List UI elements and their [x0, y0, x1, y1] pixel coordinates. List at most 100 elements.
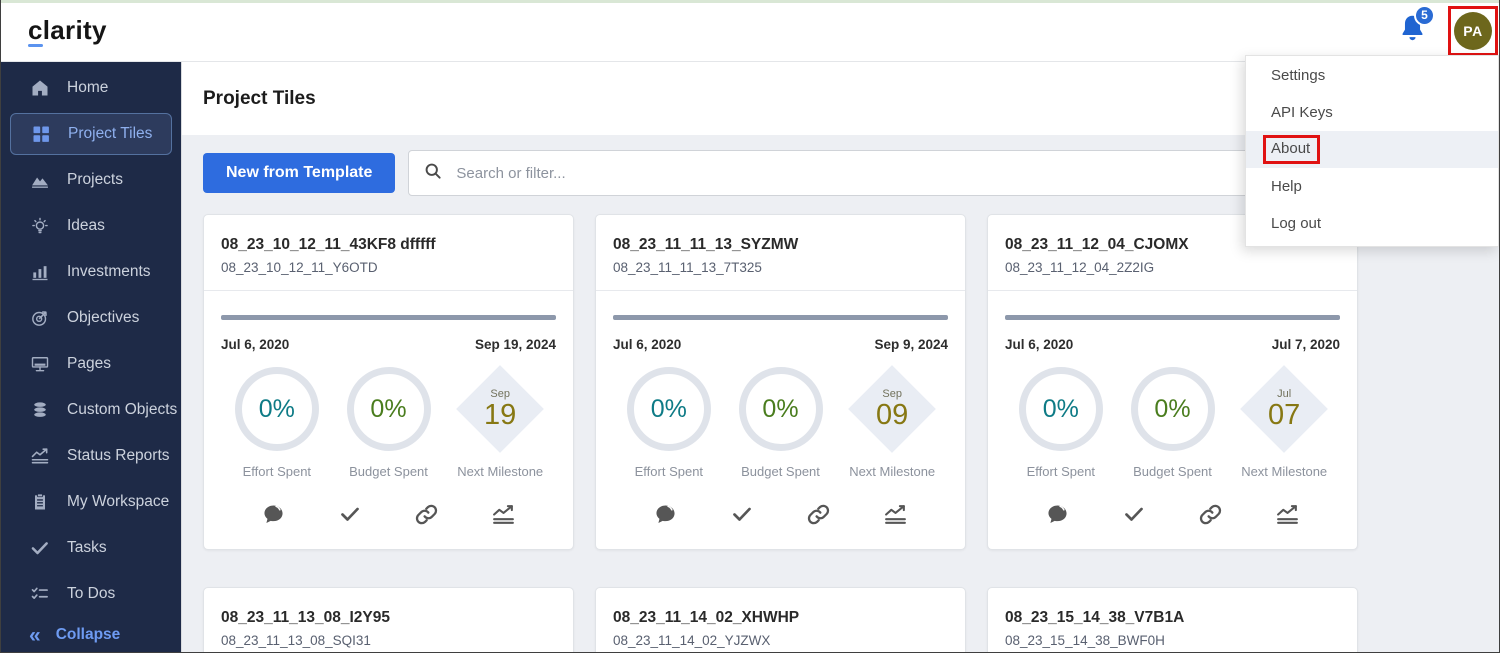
- timeline-bar: [221, 315, 556, 320]
- bar-chart-icon: [29, 262, 50, 283]
- sidebar-item-tasks[interactable]: Tasks: [1, 525, 181, 571]
- database-icon: [29, 400, 50, 421]
- project-cards-row-1: 08_23_10_12_11_43KF8 dfffff 08_23_10_12_…: [203, 214, 1463, 550]
- tasks-check-icon[interactable]: [1121, 501, 1147, 527]
- project-id: 08_23_11_14_02_YJZWX: [613, 633, 948, 648]
- project-id: 08_23_10_12_11_Y6OTD: [221, 260, 556, 275]
- status-report-icon[interactable]: [883, 501, 909, 527]
- project-title: 08_23_11_13_08_I2Y95: [221, 609, 556, 627]
- link-icon[interactable]: [806, 501, 832, 527]
- milestone-day: 07: [1268, 400, 1300, 430]
- project-card[interactable]: 08_23_11_11_13_SYZMW 08_23_11_11_13_7T32…: [595, 214, 966, 550]
- sidebar-item-my-workspace[interactable]: My Workspace: [1, 479, 181, 525]
- start-date: Jul 6, 2020: [1005, 337, 1073, 352]
- end-date: Sep 9, 2024: [874, 337, 948, 352]
- end-date: Sep 19, 2024: [475, 337, 556, 352]
- budget-spent-gauge: 0%: [1131, 367, 1215, 451]
- end-date: Jul 7, 2020: [1272, 337, 1340, 352]
- logo-rest: larity: [43, 15, 107, 45]
- sidebar: Home Project Tiles Projects Ideas: [1, 62, 181, 653]
- menu-item-settings[interactable]: Settings: [1246, 57, 1498, 94]
- notifications-button[interactable]: 5: [1399, 13, 1426, 49]
- sidebar-item-home[interactable]: Home: [1, 65, 181, 111]
- project-id: 08_23_15_14_38_BWF0H: [1005, 633, 1340, 648]
- effort-spent-label: Effort Spent: [613, 464, 725, 479]
- avatar[interactable]: PA: [1454, 12, 1492, 50]
- project-id: 08_23_11_11_13_7T325: [613, 260, 948, 275]
- project-card[interactable]: 08_23_15_14_38_V7B1A 08_23_15_14_38_BWF0…: [987, 587, 1358, 653]
- project-card[interactable]: 08_23_10_12_11_43KF8 dfffff 08_23_10_12_…: [203, 214, 574, 550]
- status-report-icon[interactable]: [491, 501, 517, 527]
- project-title: 08_23_15_14_38_V7B1A: [1005, 609, 1340, 627]
- sidebar-item-status-reports[interactable]: Status Reports: [1, 433, 181, 479]
- budget-spent-label: Budget Spent: [333, 464, 445, 479]
- home-icon: [29, 78, 50, 99]
- menu-item-api-keys[interactable]: API Keys: [1246, 94, 1498, 131]
- sidebar-item-project-tiles[interactable]: Project Tiles: [10, 113, 172, 155]
- next-milestone-diamond: Jul 07: [1242, 367, 1326, 451]
- next-milestone-label: Next Milestone: [836, 464, 948, 479]
- tasks-check-icon[interactable]: [729, 501, 755, 527]
- sidebar-item-ideas[interactable]: Ideas: [1, 203, 181, 249]
- topbar-right: 5 PA: [1399, 6, 1499, 56]
- page-title: Project Tiles: [203, 88, 316, 110]
- lightbulb-icon: [29, 216, 50, 237]
- status-chart-icon: [29, 446, 50, 467]
- budget-spent-label: Budget Spent: [1117, 464, 1229, 479]
- start-date: Jul 6, 2020: [613, 337, 681, 352]
- project-id: 08_23_11_12_04_2Z2IG: [1005, 260, 1340, 275]
- project-title: 08_23_10_12_11_43KF8 dfffff: [221, 236, 556, 254]
- link-icon[interactable]: [414, 501, 440, 527]
- tasks-check-icon[interactable]: [337, 501, 363, 527]
- grid-tiles-icon: [30, 124, 51, 145]
- timeline-bar: [1005, 315, 1340, 320]
- effort-spent-label: Effort Spent: [221, 464, 333, 479]
- milestone-day: 09: [876, 400, 908, 430]
- sidebar-item-custom-objects[interactable]: Custom Objects: [1, 387, 181, 433]
- new-from-template-button[interactable]: New from Template: [203, 153, 395, 193]
- comments-icon[interactable]: [1044, 501, 1070, 527]
- sidebar-item-objectives[interactable]: Objectives: [1, 295, 181, 341]
- sidebar-item-pages[interactable]: Pages: [1, 341, 181, 387]
- milestone-day: 19: [484, 400, 516, 430]
- menu-item-help[interactable]: Help: [1246, 168, 1498, 205]
- sidebar-collapse-button[interactable]: « Collapse: [1, 617, 181, 653]
- app-window: clarity 5 PA Settings API Keys About Hel…: [0, 0, 1500, 653]
- clipboard-icon: [29, 492, 50, 513]
- project-card[interactable]: 08_23_11_13_08_I2Y95 08_23_11_13_08_SQI3…: [203, 587, 574, 653]
- next-milestone-label: Next Milestone: [1228, 464, 1340, 479]
- effort-spent-label: Effort Spent: [1005, 464, 1117, 479]
- logo-letter-c: c: [28, 15, 43, 46]
- comments-icon[interactable]: [652, 501, 678, 527]
- effort-spent-gauge: 0%: [627, 367, 711, 451]
- project-title: 08_23_11_11_13_SYZMW: [613, 236, 948, 254]
- annotation-box-about: About: [1263, 135, 1320, 164]
- search-icon: [423, 161, 443, 186]
- sidebar-item-projects[interactable]: Projects: [1, 157, 181, 203]
- bell-icon: [1399, 31, 1426, 48]
- menu-item-log-out[interactable]: Log out: [1246, 205, 1498, 242]
- menu-item-about[interactable]: About: [1246, 131, 1498, 168]
- timeline-bar: [613, 315, 948, 320]
- milestone-month: Sep: [882, 388, 902, 400]
- sidebar-item-to-dos[interactable]: To Dos: [1, 571, 181, 617]
- project-title: 08_23_11_14_02_XHWHP: [613, 609, 948, 627]
- next-milestone-diamond: Sep 19: [458, 367, 542, 451]
- user-menu: Settings API Keys About Help Log out: [1245, 55, 1499, 247]
- status-report-icon[interactable]: [1275, 501, 1301, 527]
- mountains-icon: [29, 170, 50, 191]
- project-card[interactable]: 08_23_11_14_02_XHWHP 08_23_11_14_02_YJZW…: [595, 587, 966, 653]
- next-milestone-diamond: Sep 09: [850, 367, 934, 451]
- double-chevron-left-icon: «: [29, 625, 41, 646]
- checklist-icon: [29, 584, 50, 605]
- clarity-logo: clarity: [28, 15, 107, 46]
- monitor-icon: [29, 354, 50, 375]
- next-milestone-label: Next Milestone: [444, 464, 556, 479]
- link-icon[interactable]: [1198, 501, 1224, 527]
- project-card[interactable]: 08_23_11_12_04_CJOMX 08_23_11_12_04_2Z2I…: [987, 214, 1358, 550]
- budget-spent-gauge: 0%: [347, 367, 431, 451]
- topbar: clarity 5 PA: [1, 0, 1499, 62]
- sidebar-item-investments[interactable]: Investments: [1, 249, 181, 295]
- target-icon: [29, 308, 50, 329]
- comments-icon[interactable]: [260, 501, 286, 527]
